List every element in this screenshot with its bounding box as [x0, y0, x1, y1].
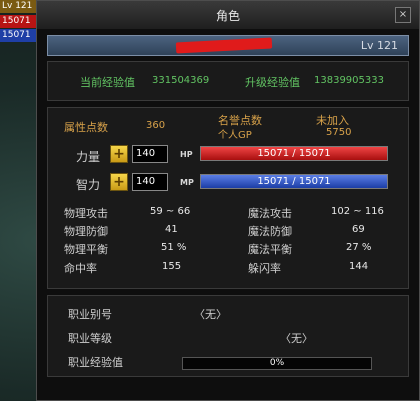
job-exp-label: 职业经验值	[68, 356, 123, 369]
mag-attack-label: 魔法攻击	[248, 207, 292, 220]
redacted-name	[175, 37, 273, 54]
gp-label: 个人GP	[218, 130, 252, 141]
background-level-bar: Lv 121	[0, 0, 36, 13]
character-name-bar: Lv 121	[47, 35, 409, 56]
next-exp-value: 13839905333	[314, 75, 384, 86]
phys-attack-value: 59 ~ 66	[150, 206, 191, 217]
background-hp-bar: 15071	[0, 15, 36, 28]
title-bar[interactable]: 角色 ×	[37, 1, 419, 29]
strength-plus-button[interactable]: +	[110, 145, 128, 163]
mag-balance-value: 27 %	[346, 242, 372, 253]
mag-defense-label: 魔法防御	[248, 225, 292, 238]
gp-value: 5750	[326, 127, 352, 138]
job-id-value: 〈无〉	[194, 308, 227, 321]
dodge-rate-label: 躲闪率	[248, 262, 281, 275]
hit-rate-value: 155	[162, 261, 182, 272]
attributes-panel: 属性点数 360 名誉点数 未加入 个人GP 5750 力量 + 140 HP …	[47, 107, 409, 289]
current-exp-value: 331504369	[152, 75, 210, 86]
job-id-label: 职业别号	[68, 308, 112, 321]
fame-value: 未加入	[316, 114, 349, 127]
mag-defense-value: 69	[352, 224, 365, 235]
job-exp-bar: 0%	[182, 357, 372, 370]
mag-balance-label: 魔法平衡	[248, 243, 292, 256]
hp-tag: HP	[180, 150, 193, 159]
dodge-rate-value: 144	[349, 261, 369, 272]
phys-defense-value: 41	[165, 224, 178, 235]
mag-attack-value: 102 ~ 116	[331, 206, 384, 217]
mp-tag: MP	[180, 178, 194, 187]
strength-label: 力量	[76, 150, 101, 164]
intellect-plus-button[interactable]: +	[110, 173, 128, 191]
background-mp-bar: 15071	[0, 29, 36, 42]
attribute-points-value: 360	[146, 120, 166, 131]
character-level: Lv 121	[360, 39, 398, 52]
hp-gauge-text: 15071 / 15071	[257, 148, 331, 159]
strength-value: 140	[132, 145, 168, 163]
window-title: 角色	[215, 9, 240, 23]
phys-attack-label: 物理攻击	[64, 207, 108, 220]
job-exp-text: 0%	[269, 358, 285, 368]
phys-defense-label: 物理防御	[64, 225, 108, 238]
intellect-value: 140	[132, 173, 168, 191]
experience-panel: 当前经验值 331504369 升级经验值 13839905333	[47, 61, 409, 101]
attribute-points-label: 属性点数	[64, 121, 108, 134]
current-exp-label: 当前经验值	[80, 76, 135, 89]
hp-gauge: 15071 / 15071	[200, 146, 388, 161]
mp-gauge-text: 15071 / 15071	[257, 176, 331, 187]
phys-balance-label: 物理平衡	[64, 243, 108, 256]
intellect-label: 智力	[76, 178, 101, 192]
mp-gauge: 15071 / 15071	[200, 174, 388, 189]
character-window: 角色 × Lv 121 当前经验值 331504369 升级经验值 138399…	[36, 0, 420, 401]
next-exp-label: 升级经验值	[245, 76, 300, 89]
job-level-value: 〈无〉	[280, 332, 313, 345]
hit-rate-label: 命中率	[64, 262, 97, 275]
phys-balance-value: 51 %	[161, 242, 187, 253]
job-level-label: 职业等级	[68, 332, 112, 345]
close-button[interactable]: ×	[395, 7, 411, 23]
